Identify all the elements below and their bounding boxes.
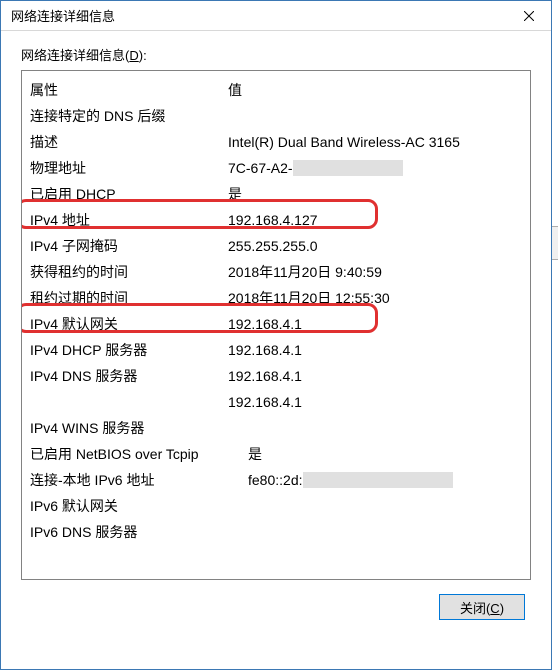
prop-netbios: 已启用 NetBIOS over Tcpip — [30, 441, 248, 467]
header-value: 值 — [228, 77, 522, 103]
background-fragment — [552, 226, 558, 260]
prop-ipv6-linklocal: 连接-本地 IPv6 地址 — [30, 467, 248, 493]
table-row[interactable]: 获得租约的时间 2018年11月20日 9:40:59 — [30, 259, 522, 285]
val-ipv4-addr: 192.168.4.127 — [228, 207, 522, 233]
prop-ipv6-gateway: IPv6 默认网关 — [30, 493, 228, 519]
prop-ipv4-gateway: IPv4 默认网关 — [30, 311, 228, 337]
table-row[interactable]: 已启用 NetBIOS over Tcpip 是 — [30, 441, 522, 467]
dialog-content: 网络连接详细信息(D): 属性 值 连接特定的 DNS 后缀 描述 Intel(… — [1, 31, 551, 630]
prop-dns-suffix: 连接特定的 DNS 后缀 — [30, 103, 228, 129]
titlebar: 网络连接详细信息 — [1, 1, 551, 31]
prop-ipv4-dns-server-2 — [30, 389, 228, 415]
table-row[interactable]: IPv4 子网掩码 255.255.255.0 — [30, 233, 522, 259]
prop-ipv4-dns-server: IPv4 DNS 服务器 — [30, 363, 228, 389]
val-ipv4-dhcp-server: 192.168.4.1 — [228, 337, 522, 363]
header-row: 属性 值 — [30, 77, 522, 103]
prop-ipv6-dns: IPv6 DNS 服务器 — [30, 519, 228, 545]
val-ipv4-gateway: 192.168.4.1 — [228, 311, 522, 337]
table-row[interactable]: 192.168.4.1 — [30, 389, 522, 415]
table-row[interactable]: IPv6 DNS 服务器 — [30, 519, 522, 545]
dialog-window: 网络连接详细信息 网络连接详细信息(D): 属性 值 连接特定的 DNS 后缀 … — [0, 0, 552, 670]
prop-mac: 物理地址 — [30, 155, 228, 181]
val-ipv4-dns-server-2: 192.168.4.1 — [228, 389, 522, 415]
table-row[interactable]: 连接特定的 DNS 后缀 — [30, 103, 522, 129]
val-ipv6-gateway — [228, 493, 522, 519]
table-row[interactable]: 已启用 DHCP 是 — [30, 181, 522, 207]
val-lease-expires: 2018年11月20日 12:55:30 — [228, 285, 522, 311]
val-dns-suffix — [228, 103, 522, 129]
close-button-suffix: ) — [500, 601, 504, 616]
close-button[interactable]: 关闭(C) — [439, 594, 525, 620]
section-label-suffix: ): — [139, 48, 147, 63]
table-row[interactable]: IPv4 DNS 服务器 192.168.4.1 — [30, 363, 522, 389]
table-row[interactable]: IPv6 默认网关 — [30, 493, 522, 519]
close-button-prefix: 关闭( — [460, 601, 490, 616]
prop-dhcp-enabled: 已启用 DHCP — [30, 181, 228, 207]
val-ipv4-dns-server: 192.168.4.1 — [228, 363, 522, 389]
prop-ipv4-mask: IPv4 子网掩码 — [30, 233, 228, 259]
val-description: Intel(R) Dual Band Wireless-AC 3165 — [228, 129, 522, 155]
prop-lease-obtained: 获得租约的时间 — [30, 259, 228, 285]
table-row[interactable]: IPv4 WINS 服务器 — [30, 415, 522, 441]
section-label-text: 网络连接详细信息( — [21, 48, 129, 63]
button-bar: 关闭(C) — [21, 580, 531, 620]
val-mac: 7C-67-A2- — [228, 155, 522, 181]
val-lease-obtained: 2018年11月20日 9:40:59 — [228, 259, 522, 285]
close-icon[interactable] — [507, 1, 551, 30]
prop-description: 描述 — [30, 129, 228, 155]
header-property: 属性 — [30, 77, 228, 103]
prop-ipv4-wins: IPv4 WINS 服务器 — [30, 415, 228, 441]
section-label-hotkey: D — [129, 48, 138, 63]
table-row[interactable]: IPv4 默认网关 192.168.4.1 — [30, 311, 522, 337]
close-button-hotkey: C — [490, 601, 499, 616]
table-row[interactable]: 连接-本地 IPv6 地址 fe80::2d: — [30, 467, 522, 493]
val-ipv6-linklocal: fe80::2d: — [248, 467, 522, 493]
prop-ipv4-addr: IPv4 地址 — [30, 207, 228, 233]
prop-lease-expires: 租约过期的时间 — [30, 285, 228, 311]
val-ipv4-wins — [228, 415, 522, 441]
val-netbios: 是 — [248, 441, 522, 467]
prop-ipv4-dhcp-server: IPv4 DHCP 服务器 — [30, 337, 228, 363]
table-row[interactable]: 租约过期的时间 2018年11月20日 12:55:30 — [30, 285, 522, 311]
section-label: 网络连接详细信息(D): — [21, 45, 531, 64]
val-ipv4-mask: 255.255.255.0 — [228, 233, 522, 259]
val-ipv6-dns — [228, 519, 522, 545]
table-row[interactable]: 描述 Intel(R) Dual Band Wireless-AC 3165 — [30, 129, 522, 155]
table-row[interactable]: IPv4 地址 192.168.4.127 — [30, 207, 522, 233]
details-list[interactable]: 属性 值 连接特定的 DNS 后缀 描述 Intel(R) Dual Band … — [21, 70, 531, 580]
table-row[interactable]: 物理地址 7C-67-A2- — [30, 155, 522, 181]
window-title: 网络连接详细信息 — [11, 6, 507, 25]
val-dhcp-enabled: 是 — [228, 181, 522, 207]
table-row[interactable]: IPv4 DHCP 服务器 192.168.4.1 — [30, 337, 522, 363]
